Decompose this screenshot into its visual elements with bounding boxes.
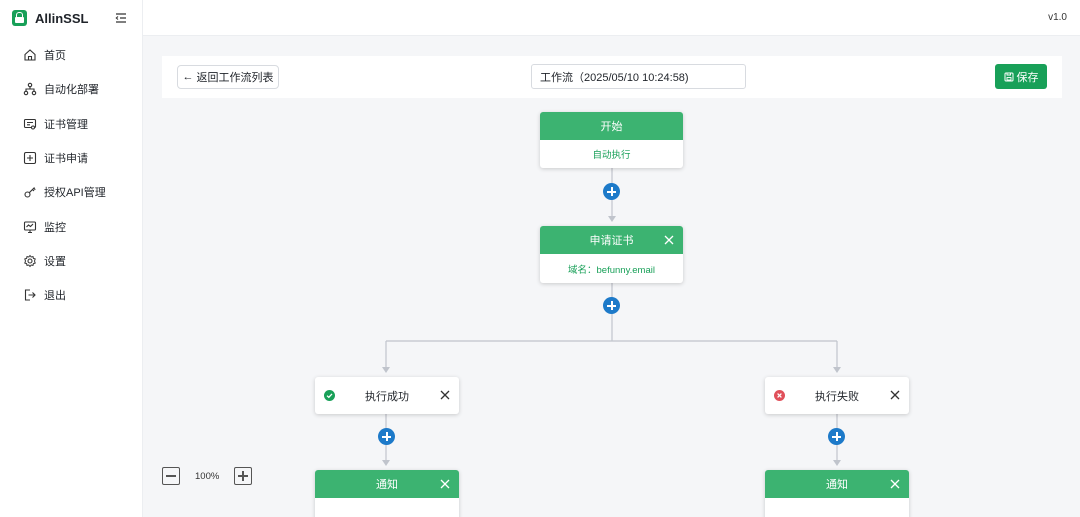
notify-node-title: 通知 [376,479,398,491]
notify-node-left[interactable]: 通知 [315,470,459,517]
sidebar-item-label: 授权API管理 [44,187,106,200]
plus-square-icon [23,151,37,165]
gear-icon [24,254,36,268]
arrow-left-icon: ← [182,71,194,83]
sidebar-item-auto-deploy[interactable]: 自动化部署 [0,72,143,106]
error-circle-icon [774,390,785,401]
save-icon [1004,72,1013,81]
close-icon[interactable] [889,478,901,490]
sidebar-item-label: 设置 [44,255,66,268]
top-bar: v1.0 [143,0,1080,36]
zoom-out-button[interactable] [162,467,180,485]
save-button[interactable]: 保存 [995,64,1047,89]
sidebar: AllinSSL 首页 自动化部署 证书管理 证书申请 授权API管理 监控 设… [0,0,143,517]
zoom-level: 100% [195,471,220,482]
start-node-header: 开始 [540,112,683,140]
certificate-icon [23,118,37,130]
back-button-label: 返回工作流列表 [196,72,274,84]
start-node-title: 开始 [600,121,623,133]
add-node-button[interactable] [603,183,620,200]
sidebar-item-label: 监控 [44,221,66,234]
sidebar-item-logout[interactable]: 退出 [0,278,143,312]
lock-logo-icon [12,10,27,26]
logout-icon [24,289,36,301]
check-circle-icon [324,390,335,401]
success-branch-title: 执行成功 [365,390,409,403]
add-node-button[interactable] [378,428,395,445]
apply-cert-node-header: 申请证书 [540,226,683,254]
workflow-canvas[interactable]: 开始 自动执行 申请证书 域名：befunny.email 执行成功 执行失败 … [143,98,1080,517]
close-icon[interactable] [663,234,675,246]
home-icon [24,49,36,61]
sidebar-item-monitor[interactable]: 监控 [0,209,143,243]
sidebar-item-label: 首页 [44,50,66,63]
apply-cert-node[interactable]: 申请证书 域名：befunny.email [540,226,683,283]
sidebar-item-settings[interactable]: 设置 [0,244,143,278]
sidebar-item-home[interactable]: 首页 [0,38,143,72]
apply-cert-node-title: 申请证书 [589,235,634,247]
zoom-in-button[interactable] [234,467,252,485]
api-key-icon [24,187,36,198]
monitor-icon [23,221,37,233]
sidebar-item-api-manage[interactable]: 授权API管理 [0,175,143,209]
success-branch-node[interactable]: 执行成功 [315,377,459,414]
apply-cert-node-body: 域名：befunny.email [540,254,683,283]
add-node-button[interactable] [828,428,845,445]
start-node-desc: 自动执行 [592,150,631,161]
add-node-button[interactable] [603,297,620,314]
collapse-menu-icon[interactable] [114,11,128,25]
notify-node-title: 通知 [826,479,848,491]
workflow-editor-header: ← 返回工作流列表 工作流（2025/05/10 10:24:58) 保存 [162,56,1062,98]
close-icon[interactable] [889,389,901,401]
sidebar-item-label: 退出 [44,290,66,303]
save-button-label: 保存 [1016,71,1039,84]
notify-node-header: 通知 [315,470,459,498]
main-menu: 首页 自动化部署 证书管理 证书申请 授权API管理 监控 设置 退出 [0,38,143,312]
sidebar-item-label: 证书管理 [44,118,88,131]
sidebar-item-cert-manage[interactable]: 证书管理 [0,107,143,141]
back-to-workflow-list-button[interactable]: ← 返回工作流列表 [177,65,279,89]
start-node-body: 自动执行 [540,140,683,168]
workflow-name-input[interactable]: 工作流（2025/05/10 10:24:58) [531,64,746,89]
app-name: AllinSSL [35,10,89,26]
fail-branch-node[interactable]: 执行失败 [765,377,909,414]
apply-cert-node-domain: 域名：befunny.email [568,264,655,276]
notify-node-right[interactable]: 通知 [765,470,909,517]
sidebar-item-label: 自动化部署 [44,84,99,97]
fail-branch-title: 执行失败 [815,390,859,403]
notify-node-header: 通知 [765,470,909,498]
sidebar-item-cert-apply[interactable]: 证书申请 [0,141,143,175]
start-node[interactable]: 开始 自动执行 [540,112,683,168]
workflow-name-value: 工作流（2025/05/10 10:24:58) [540,71,689,84]
close-icon[interactable] [439,389,451,401]
sidebar-item-label: 证书申请 [44,153,88,166]
version-label: v1.0 [1048,12,1067,23]
close-icon[interactable] [439,478,451,490]
workflow-icon [23,83,37,96]
